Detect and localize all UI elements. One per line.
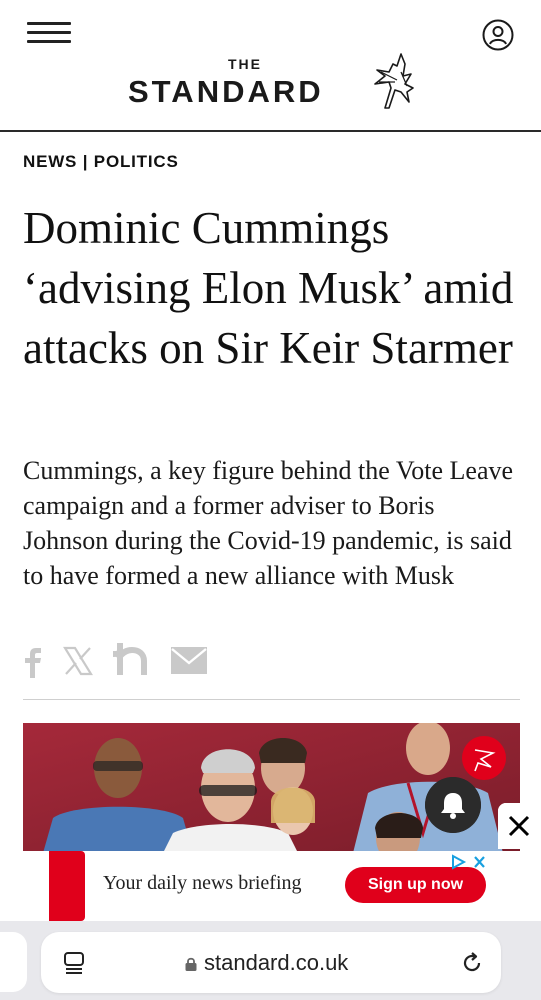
logo-the-text: THE [228, 56, 262, 72]
ad-text: Your daily news briefing [103, 872, 302, 894]
email-icon[interactable] [170, 640, 208, 680]
divider [23, 699, 520, 700]
site-logo[interactable]: THE STANDARD [128, 52, 418, 114]
x-icon[interactable] [62, 640, 94, 680]
eros-statue-icon [374, 53, 414, 109]
share-bar [22, 640, 222, 680]
url-text: standard.co.uk [204, 950, 349, 975]
hamburger-menu-icon[interactable] [27, 20, 71, 46]
lock-icon [185, 957, 197, 971]
article-standfirst: Cummings, a key figure behind the Vote L… [23, 456, 514, 590]
reader-mode-icon[interactable] [63, 950, 85, 976]
facebook-icon[interactable] [22, 640, 44, 680]
ad-signup-button[interactable]: Sign up now [345, 867, 486, 903]
ad-choices-icon[interactable] [450, 853, 490, 871]
reload-icon[interactable] [460, 950, 484, 976]
ad-close-icon[interactable] [498, 803, 541, 849]
logo-standard-text: STANDARD [128, 74, 324, 109]
article-section-kicker[interactable]: NEWS | POLITICS [23, 152, 179, 172]
ad-accent-bar [49, 851, 85, 921]
article-headline: Dominic Cummings ‘advising Elon Musk’ am… [23, 203, 514, 373]
site-header: THE STANDARD [0, 0, 541, 132]
address-bar-url[interactable]: standard.co.uk [184, 950, 348, 976]
nextdoor-icon[interactable] [113, 640, 153, 680]
previous-tab-edge[interactable] [0, 932, 27, 992]
account-icon[interactable] [482, 19, 514, 51]
notification-bell-icon[interactable] [425, 777, 481, 833]
